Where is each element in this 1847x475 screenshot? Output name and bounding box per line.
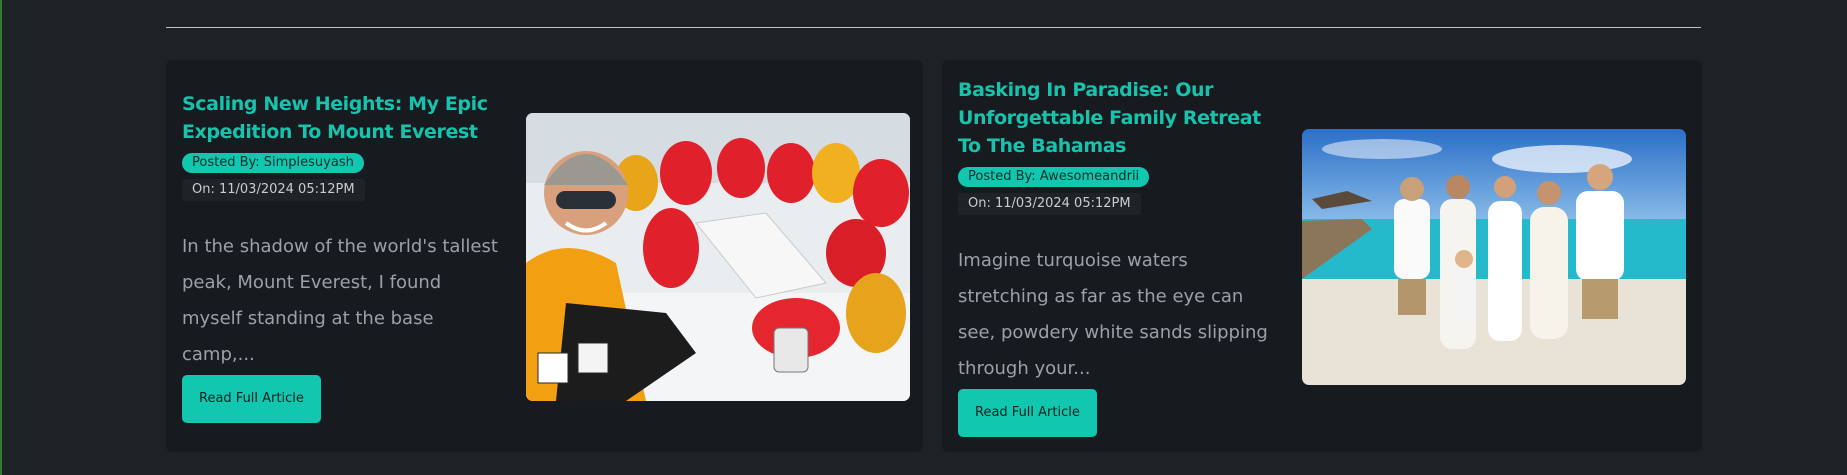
blog-page: Scaling New Heights: My Epic Expedition … bbox=[0, 0, 1847, 475]
article-excerpt: In the shadow of the world's tallest pea… bbox=[182, 236, 498, 365]
article-card-everest: Scaling New Heights: My Epic Expedition … bbox=[166, 60, 923, 452]
read-full-article-button[interactable]: Read Full Article bbox=[182, 375, 321, 423]
posted-by-badge: Posted By: Simplesuyash bbox=[182, 153, 364, 173]
post-date: On: 11/03/2024 05:12PM bbox=[958, 193, 1141, 215]
post-date: On: 11/03/2024 05:12PM bbox=[182, 179, 365, 201]
article-text: Scaling New Heights: My Epic Expedition … bbox=[182, 90, 502, 373]
article-excerpt: Imagine turquoise waters stretching as f… bbox=[958, 250, 1268, 379]
bahamas-family-photo[interactable] bbox=[1302, 129, 1686, 385]
everest-basecamp-photo[interactable] bbox=[526, 113, 910, 401]
article-card-bahamas: Basking In Paradise: Our Unforgettable F… bbox=[942, 60, 1702, 452]
posted-by-badge: Posted By: Awesomeandrii bbox=[958, 167, 1150, 187]
article-title[interactable]: Scaling New Heights: My Epic Expedition … bbox=[182, 90, 502, 146]
read-full-article-button[interactable]: Read Full Article bbox=[958, 389, 1097, 437]
article-title[interactable]: Basking In Paradise: Our Unforgettable F… bbox=[958, 76, 1278, 160]
section-divider bbox=[166, 27, 1701, 28]
page-left-edge bbox=[0, 0, 2, 475]
article-text: Basking In Paradise: Our Unforgettable F… bbox=[958, 76, 1278, 387]
